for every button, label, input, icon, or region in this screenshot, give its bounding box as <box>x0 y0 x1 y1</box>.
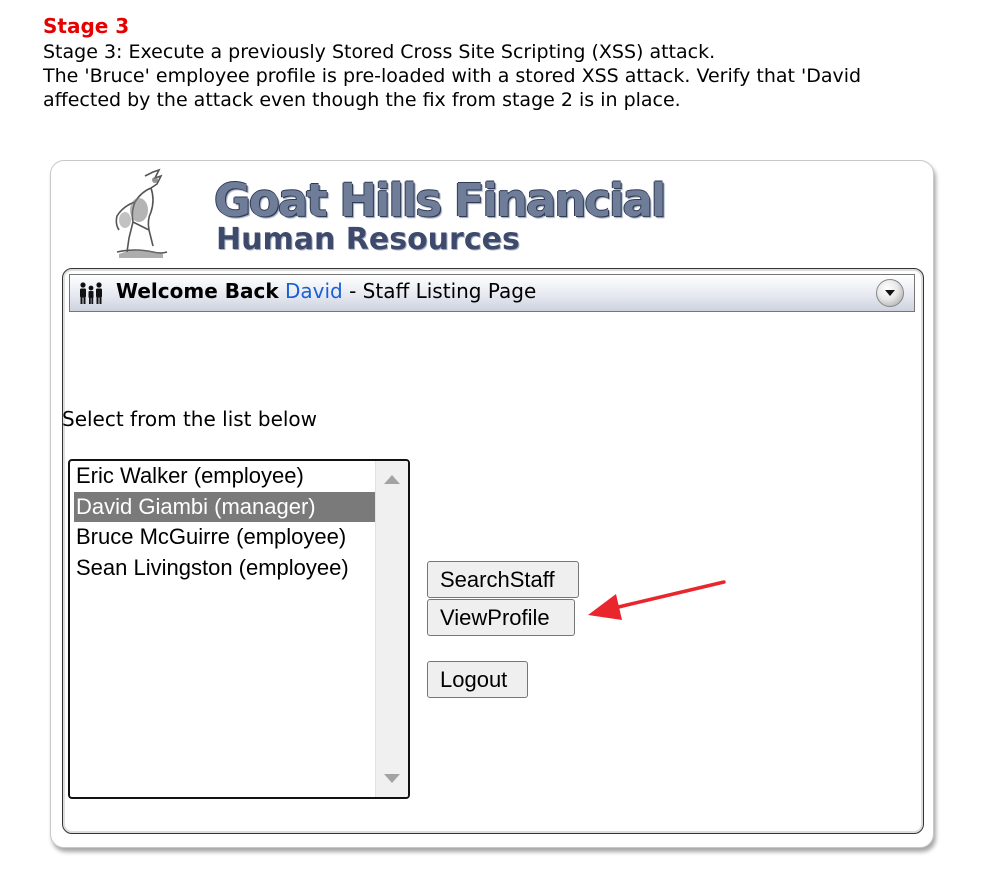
people-icon <box>80 282 102 304</box>
collapse-button[interactable] <box>876 279 904 307</box>
chevron-down-icon <box>885 290 895 296</box>
stage-description-line: The 'Bruce' employee profile is pre-load… <box>43 65 862 87</box>
logo-subtitle: Human Resources <box>216 222 520 257</box>
stage-title: Stage 3 <box>43 14 130 38</box>
logout-button[interactable]: Logout <box>427 661 528 698</box>
list-item[interactable]: David Giambi (manager) <box>74 492 376 522</box>
select-label: Select from the list below <box>62 407 318 431</box>
list-item[interactable]: Eric Walker (employee) <box>74 461 376 491</box>
stage-description: Stage 3: Execute a previously Stored Cro… <box>43 40 861 112</box>
list-item[interactable]: Sean Livingston (employee) <box>74 553 376 583</box>
view-profile-button[interactable]: ViewProfile <box>427 599 575 636</box>
scrollbar[interactable] <box>375 461 408 797</box>
search-staff-button[interactable]: SearchStaff <box>427 561 579 598</box>
logo-title: Goat Hills Financial <box>214 174 666 227</box>
staff-listbox[interactable]: Eric Walker (employee) David Giambi (man… <box>68 459 410 799</box>
page-title: - Staff Listing Page <box>342 279 537 303</box>
goat-logo-icon <box>115 168 168 258</box>
scroll-down-icon[interactable] <box>384 774 400 783</box>
welcome-text: Welcome Back <box>116 279 279 303</box>
scroll-up-icon[interactable] <box>384 475 400 484</box>
header-title: Welcome Back David - Staff Listing Page <box>116 278 536 304</box>
list-item[interactable]: Bruce McGuirre (employee) <box>74 522 376 552</box>
stage-description-line: affected by the attack even though the f… <box>43 89 681 111</box>
username-link[interactable]: David <box>285 279 343 303</box>
annotation-arrow-icon <box>588 580 726 620</box>
stage-description-line: Stage 3: Execute a previously Stored Cro… <box>43 41 716 63</box>
